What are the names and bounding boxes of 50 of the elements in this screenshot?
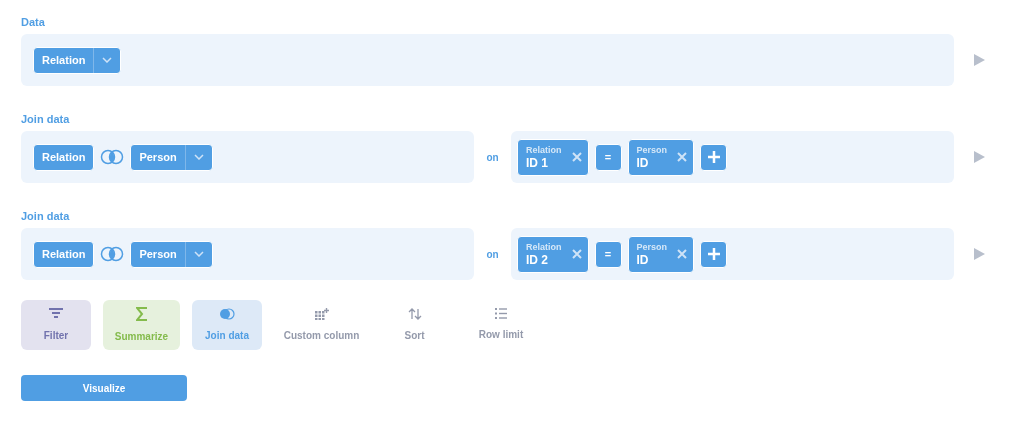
action-button[interactable]: Row limit — [460, 300, 542, 350]
table-name: Relation — [526, 242, 562, 252]
table-button[interactable]: Relation — [33, 143, 95, 171]
column-picker[interactable]: Person ID — [627, 235, 695, 273]
table-picker[interactable]: Person — [130, 240, 213, 268]
table-picker[interactable]: Person — [130, 143, 213, 171]
play-icon[interactable] — [974, 54, 985, 66]
close-icon[interactable] — [571, 152, 582, 162]
play-icon[interactable] — [974, 151, 985, 163]
action-button[interactable]: Filter — [21, 300, 91, 350]
section-title: Data — [21, 15, 46, 28]
visualize-button[interactable]: Visualize — [21, 375, 187, 401]
on-label: on — [485, 247, 500, 262]
play-icon[interactable] — [974, 248, 985, 260]
plus-icon — [706, 150, 721, 164]
grid-plus-icon — [314, 307, 329, 320]
close-icon[interactable] — [677, 249, 688, 259]
section-title: Join data — [21, 112, 71, 125]
action-button[interactable]: Summarize — [103, 300, 180, 350]
column-name: ID 2 — [526, 253, 549, 266]
join-type-icon[interactable] — [100, 246, 125, 262]
table-name: Relation — [526, 145, 562, 155]
plus-icon — [706, 247, 721, 261]
table-button[interactable]: Relation — [33, 240, 95, 268]
sigma-icon — [135, 306, 148, 321]
action-button[interactable]: Sort — [381, 300, 448, 350]
add-button[interactable] — [700, 240, 728, 268]
operator-button[interactable]: = — [594, 240, 622, 268]
column-picker[interactable]: Relation ID 1 — [517, 138, 589, 176]
column-picker[interactable]: Person ID — [627, 138, 695, 176]
column-name: ID — [636, 156, 650, 169]
action-button[interactable]: Custom column — [274, 300, 369, 350]
section-title: Join data — [21, 209, 71, 222]
column-picker[interactable]: Relation ID 2 — [517, 235, 589, 273]
column-name: ID 1 — [526, 156, 549, 169]
add-button[interactable] — [700, 143, 728, 171]
table-name: Person — [636, 145, 668, 155]
join-type-icon[interactable] — [100, 149, 125, 165]
column-name: ID — [636, 253, 650, 266]
filter-icon — [49, 307, 63, 320]
circles-icon — [219, 307, 235, 320]
operator-button[interactable]: = — [594, 143, 622, 171]
table-picker[interactable]: Relation — [33, 46, 122, 74]
list-icon — [495, 308, 507, 319]
on-label: on — [485, 150, 500, 165]
action-button[interactable]: Join data — [192, 300, 262, 350]
close-icon[interactable] — [571, 249, 582, 259]
sort-icon — [407, 307, 422, 320]
table-name: Person — [636, 242, 668, 252]
close-icon[interactable] — [677, 152, 688, 162]
